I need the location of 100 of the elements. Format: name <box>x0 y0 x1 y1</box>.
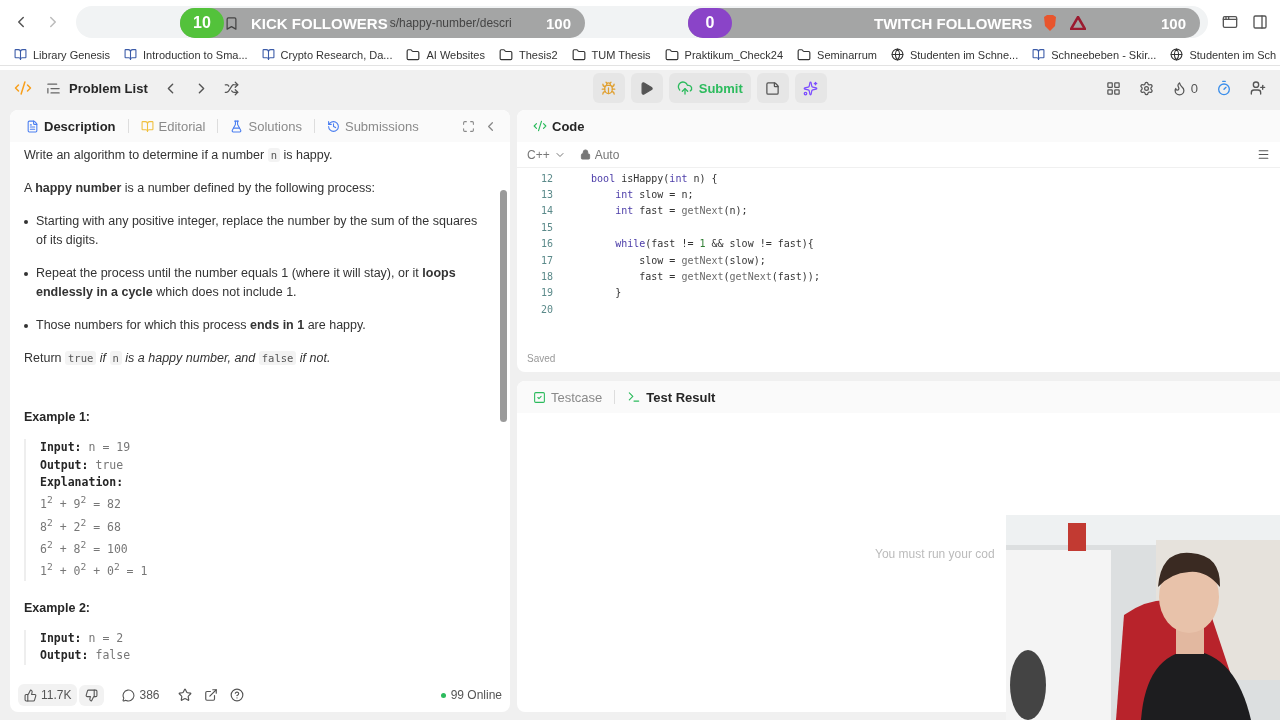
line-number: 12 <box>539 172 553 184</box>
comment-icon <box>122 688 136 702</box>
layout-icon[interactable] <box>1105 80 1121 96</box>
timer-icon[interactable] <box>1216 80 1232 96</box>
panel-tab[interactable]: Test Result <box>623 389 720 405</box>
line-number: 16 <box>539 238 553 250</box>
goal-label: KICK FOLLOWERS <box>251 14 388 32</box>
maximize-icon[interactable] <box>462 119 475 133</box>
mode-label[interactable]: Auto <box>579 147 620 162</box>
example-line: 6$^{2}$ + 8$^{2}$ = 100 <box>40 538 129 558</box>
example-line: Input: n = 19 <box>40 439 132 456</box>
bookmark-item[interactable]: Introduction to Sma... <box>124 48 248 61</box>
flame-icon <box>1171 80 1187 96</box>
example-title: Example 2: <box>24 599 91 617</box>
line-number: 17 <box>539 254 553 266</box>
description-paragraph: Return true if n is a happy number, and false if not. <box>24 350 332 367</box>
bookmark-item[interactable]: TUM Thesis <box>571 47 651 62</box>
example-line: 8$^{2}$ + 2$^{2}$ = 68 <box>40 515 122 536</box>
bullet-dot <box>24 272 28 276</box>
streak-counter[interactable]: 0 <box>1171 80 1198 96</box>
language-select[interactable]: C++ <box>527 147 566 162</box>
line-number: 18 <box>539 271 553 283</box>
comments-button[interactable]: 386 <box>116 684 166 706</box>
online-count: 99 Online <box>440 688 502 702</box>
triangle-icon[interactable] <box>1070 16 1087 30</box>
book-icon <box>140 119 154 133</box>
scrollbar-thumb[interactable] <box>500 190 507 422</box>
add-user-icon[interactable] <box>1250 80 1266 96</box>
url-text: s/happy-number/descri <box>389 16 512 30</box>
thumbs-up-icon <box>24 688 37 702</box>
folder-icon <box>664 47 679 62</box>
terminal-icon <box>627 390 642 404</box>
code-title[interactable]: Code <box>529 118 589 134</box>
code-line: fast = getNext(getNext(fast)); <box>638 271 820 283</box>
code-icon <box>533 119 547 133</box>
bookmark-item[interactable]: Schneebeben - Skir... <box>1032 48 1157 61</box>
line-number: 15 <box>539 221 553 233</box>
bookmark-item[interactable]: Studenten im Sch <box>1170 48 1277 61</box>
goal-value: 100 <box>1160 14 1186 32</box>
problem-list-button[interactable]: Problem List <box>46 80 148 96</box>
play-icon <box>639 80 655 96</box>
code-line: bool isHappy(int n) { <box>590 172 718 184</box>
shuffle-icon[interactable] <box>223 80 239 96</box>
example-line: 1$^{2}$ + 9$^{2}$ = 82 <box>40 493 122 514</box>
book-icon <box>124 48 138 61</box>
bookmark-item[interactable]: Thesis2 <box>499 47 558 62</box>
example-line: 1$^{2}$ + 0$^{2}$ + 0$^{2}$ = 1 <box>40 560 149 581</box>
book-icon <box>1032 48 1046 61</box>
run-button[interactable] <box>630 73 663 103</box>
star-icon[interactable] <box>177 688 192 702</box>
menu-icon[interactable] <box>1257 148 1270 161</box>
save-status: Saved <box>526 353 557 366</box>
bookmark-icon[interactable] <box>224 15 239 31</box>
example-line: Explanation: <box>40 474 125 491</box>
bullet-text: Those numbers for which this process ends in 1 are happy. <box>36 317 366 334</box>
history-icon <box>326 119 340 133</box>
bookmark-item[interactable]: Crypto Research, Da... <box>261 48 393 61</box>
note-icon <box>765 80 781 96</box>
settings-icon[interactable] <box>1138 80 1154 96</box>
book-icon <box>261 48 275 61</box>
bullet-text: Repeat the process until the number equals 1 (where it will stay), or it loops endlessly in a cycle which does not include 1. <box>36 265 457 301</box>
bookmark-item[interactable]: Praktikum_Check24 <box>664 47 784 62</box>
thumbs-down-icon <box>85 688 99 702</box>
folder-icon <box>797 47 812 62</box>
panel-tab[interactable]: Description <box>22 118 120 134</box>
checkbox-icon <box>533 390 546 404</box>
bullet-text: Starting with any positive integer, replace the number by the sum of the squares of its digits. <box>36 213 479 249</box>
follower-count: 0 <box>688 8 732 38</box>
line-number: 19 <box>539 287 553 299</box>
bullet-dot <box>24 220 28 224</box>
goal-value: 100 <box>545 14 571 32</box>
example-line: Output: true <box>40 456 125 474</box>
like-button[interactable]: 11.7K <box>18 684 78 706</box>
share-icon[interactable] <box>203 688 218 702</box>
note-button[interactable] <box>756 73 789 103</box>
bookmark-item[interactable]: Seminarrum <box>797 47 877 62</box>
code-line: slow = getNext(slow); <box>638 254 766 266</box>
folder-icon <box>499 47 513 62</box>
sparkle-button[interactable] <box>794 73 827 103</box>
bookmark-item[interactable]: AI Websites <box>406 47 485 62</box>
flask-icon <box>230 119 244 133</box>
sidebar-icon[interactable] <box>1252 14 1268 30</box>
line-number: 13 <box>539 189 553 201</box>
window-icon[interactable] <box>1222 14 1238 30</box>
empty-result-message: You must run your cod <box>875 546 995 561</box>
document-icon <box>26 119 39 133</box>
globe-icon <box>890 48 904 61</box>
sparkle-icon <box>803 80 819 96</box>
bookmark-item[interactable]: Studenten im Schne... <box>890 48 1019 61</box>
follower-count: 10 <box>180 8 224 38</box>
dislike-button[interactable] <box>79 684 105 706</box>
code-line: } <box>614 287 622 299</box>
code-line: int fast = getNext(n); <box>614 205 748 217</box>
code-line: int slow = n; <box>614 189 694 201</box>
lock-icon <box>579 149 591 160</box>
bug-icon <box>601 80 617 96</box>
help-icon[interactable] <box>229 688 244 702</box>
example-line: Output: false <box>40 647 132 665</box>
bookmark-item[interactable]: Library Genesis <box>14 48 111 61</box>
line-number: 20 <box>539 303 553 315</box>
